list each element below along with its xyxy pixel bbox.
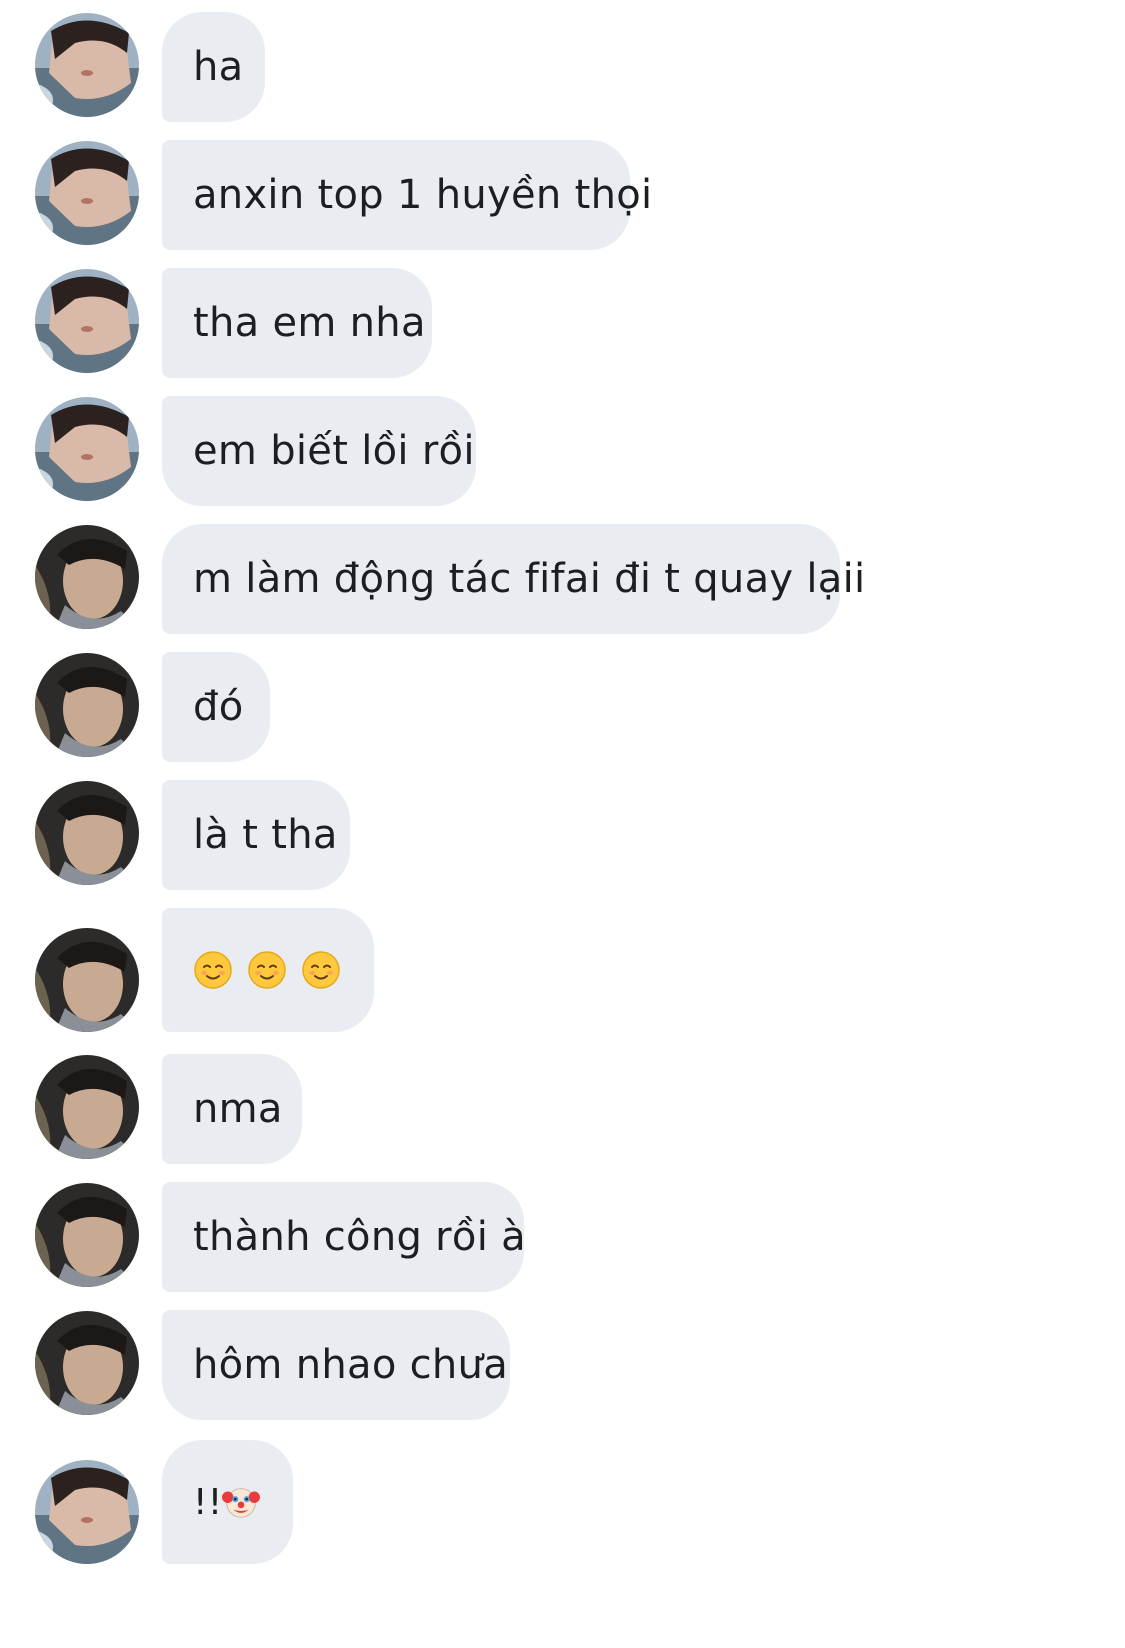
avatar[interactable] xyxy=(35,1055,139,1159)
smiling-face-icon xyxy=(302,951,340,989)
message-text: nma xyxy=(193,1086,283,1132)
avatar-b-image xyxy=(35,525,139,629)
message-text: anxin top 1 huyền thọi xyxy=(193,172,653,218)
avatar-b-image xyxy=(35,1183,139,1287)
smiling-face-icon xyxy=(194,951,232,989)
message-text: là t tha xyxy=(193,812,338,858)
message-bubble[interactable]: đó xyxy=(162,652,270,762)
message-bubble[interactable] xyxy=(162,908,374,1032)
message-text: !! xyxy=(193,1481,223,1523)
avatar[interactable] xyxy=(35,13,139,117)
avatar[interactable] xyxy=(35,1460,139,1564)
message-thread: ha anxin top 1 huyền thọi tha em nha em … xyxy=(0,0,1125,1648)
message-bubble[interactable]: tha em nha xyxy=(162,268,432,378)
message-bubble[interactable]: anxin top 1 huyền thọi xyxy=(162,140,652,250)
avatar-b-image xyxy=(35,1055,139,1159)
avatar[interactable] xyxy=(35,653,139,757)
message-bubble[interactable]: em biết lồi rồi xyxy=(162,396,476,506)
avatar[interactable] xyxy=(35,1183,139,1287)
message-text: hôm nhao chưa xyxy=(193,1342,509,1388)
avatar[interactable] xyxy=(35,781,139,885)
avatar[interactable] xyxy=(35,1311,139,1415)
avatar-a-image xyxy=(35,397,139,501)
avatar-b-image xyxy=(35,928,139,1032)
message-bubble[interactable]: nma xyxy=(162,1054,302,1164)
message-text: đó xyxy=(193,684,244,730)
avatar-a-image xyxy=(35,13,139,117)
message-text: thành công rồi à xyxy=(193,1214,526,1260)
avatar-a-image xyxy=(35,141,139,245)
message-text: tha em nha xyxy=(193,300,426,346)
avatar-a-image xyxy=(35,1460,139,1564)
message-text: m làm động tác fifai đi t quay lạii xyxy=(193,556,866,602)
avatar-b-image xyxy=(35,781,139,885)
avatar[interactable] xyxy=(35,928,139,1032)
clown-face-icon xyxy=(222,1488,261,1518)
message-bubble[interactable]: hôm nhao chưa xyxy=(162,1310,510,1420)
message-bubble[interactable]: là t tha xyxy=(162,780,350,890)
avatar[interactable] xyxy=(35,141,139,245)
avatar[interactable] xyxy=(35,397,139,501)
message-bubble[interactable]: !! xyxy=(162,1440,293,1564)
message-bubble[interactable]: m làm động tác fifai đi t quay lạii xyxy=(162,524,865,634)
avatar-b-image xyxy=(35,653,139,757)
message-text: ha xyxy=(193,44,244,90)
message-bubble[interactable]: ha xyxy=(162,12,265,122)
message-text: em biết lồi rồi xyxy=(193,428,475,474)
smiling-face-icon xyxy=(248,951,286,989)
avatar-b-image xyxy=(35,1311,139,1415)
avatar-a-image xyxy=(35,269,139,373)
message-bubble[interactable]: thành công rồi à xyxy=(162,1182,526,1292)
emoji-row xyxy=(193,950,341,990)
avatar[interactable] xyxy=(35,269,139,373)
avatar[interactable] xyxy=(35,525,139,629)
